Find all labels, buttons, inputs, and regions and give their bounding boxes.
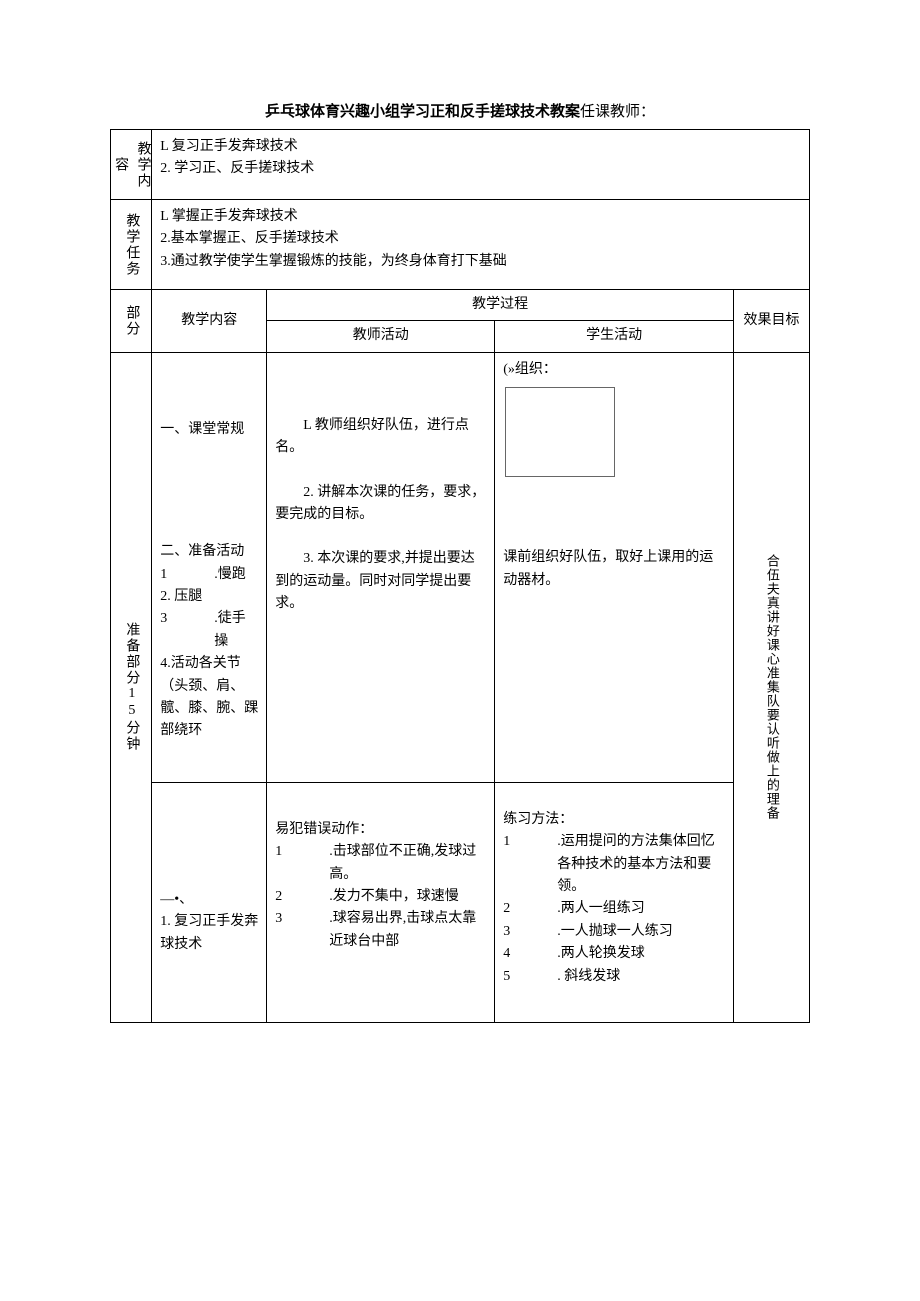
teacher-para: 2. 讲解本次课的任务，要求，要完成的目标。: [275, 482, 486, 527]
prep-item: 4.活动各关节（头颈、肩、髋、膝、腕、踝部绕环: [160, 653, 258, 743]
formation-diagram: [505, 387, 615, 477]
practice-heading: 练习方法：: [503, 809, 725, 831]
table-row: 教学任务 L 掌握正手发奔球技术 2.基本掌握正、反手搓球技术 3.通过教学使学…: [111, 200, 810, 290]
label-teaching-content: 教学内容: [111, 130, 152, 200]
teacher-para: L 教师组织好队伍，进行点名。: [275, 415, 486, 460]
prep-item: 1 .慢跑: [160, 564, 258, 586]
content-line: 2. 学习正、反手搓球技术: [160, 158, 801, 180]
task-line: 3.通过教学使学生掌握锻炼的技能，为终身体育打下基础: [160, 251, 801, 273]
label-student-activity: 学生活动: [495, 321, 734, 352]
main-item: 1. 复习正手发奔球技术: [160, 911, 258, 956]
main-teacher-cell: 易犯错误动作： 1 .击球部位不正确,发球过高。 2 .发力不集中，球速慢 3 …: [267, 782, 495, 1022]
prep-effect: 合伍夫真讲好课心准集队要认听做上的理备: [733, 352, 809, 1022]
label-process: 教学过程: [267, 290, 734, 321]
teacher-label: 任课教师：: [580, 104, 655, 120]
main-student-cell: 练习方法： 1 .运用提问的方法集体回忆各种技术的基本方法和要领。 2 .两人一…: [495, 782, 734, 1022]
teacher-para: 3. 本次课的要求,并提出要达到的运动量。同时对同学提出要求。: [275, 548, 486, 615]
prep-content-cell: 一、课堂常规 二、准备活动 1 .慢跑 2. 压腿 3 .徒手操 4.活动各关节…: [152, 352, 267, 782]
prep-item: 3 .徒手操: [160, 608, 258, 653]
practice-item: 3 .一人抛球一人练习: [503, 921, 725, 943]
prep-item: 2. 压腿: [160, 586, 258, 608]
table-row: 教学内容 L 复习正手发奔球技术 2. 学习正、反手搓球技术: [111, 130, 810, 200]
prep-item: 二、准备活动: [160, 541, 258, 563]
label-teacher-activity: 教师活动: [267, 321, 495, 352]
error-item: 2 .发力不集中，球速慢: [275, 886, 486, 908]
main-heading: —•、: [160, 889, 258, 911]
practice-item: 5 . 斜线发球: [503, 966, 725, 988]
document-title: 乒乓球体育兴趣小组学习正和反手搓球技术教案任课教师：: [110, 100, 810, 121]
task-line: 2.基本掌握正、反手搓球技术: [160, 228, 801, 250]
table-row: 准备部分15分钟 一、课堂常规 二、准备活动 1 .慢跑 2. 压腿 3 .徒手…: [111, 352, 810, 782]
title-text: 乒乓球体育兴趣小组学习正和反手搓球技术教案: [265, 104, 580, 120]
task-line: L 掌握正手发奔球技术: [160, 206, 801, 228]
teaching-task-cell: L 掌握正手发奔球技术 2.基本掌握正、反手搓球技术 3.通过教学使学生掌握锻炼…: [152, 200, 810, 290]
prep-item: 一、课堂常规: [160, 419, 258, 441]
main-content-cell: —•、 1. 复习正手发奔球技术: [152, 782, 267, 1022]
practice-item: 1 .运用提问的方法集体回忆各种技术的基本方法和要领。: [503, 831, 725, 898]
content-line: L 复习正手发奔球技术: [160, 136, 801, 158]
teaching-content-cell: L 复习正手发奔球技术 2. 学习正、反手搓球技术: [152, 130, 810, 200]
label-teaching-task: 教学任务: [111, 200, 152, 290]
label-effect: 效果目标: [733, 290, 809, 353]
org-label: (»组织：: [503, 359, 725, 381]
student-desc: 课前组织好队伍，取好上课用的运动器材。: [503, 547, 725, 592]
table-row: 部分 教学内容 教学过程 效果目标: [111, 290, 810, 321]
error-item: 1 .击球部位不正确,发球过高。: [275, 841, 486, 886]
label-section: 部分: [111, 290, 152, 353]
error-item: 3 .球容易出界,击球点太靠近球台中部: [275, 908, 486, 953]
prep-section-label: 准备部分15分钟: [111, 352, 152, 1022]
prep-student-cell: (»组织： 课前组织好队伍，取好上课用的运动器材。: [495, 352, 734, 782]
label-teaching-content2: 教学内容: [152, 290, 267, 353]
practice-item: 4 .两人轮换发球: [503, 943, 725, 965]
table-row: —•、 1. 复习正手发奔球技术 易犯错误动作： 1 .击球部位不正确,发球过高…: [111, 782, 810, 1022]
error-heading: 易犯错误动作：: [275, 819, 486, 841]
lesson-plan-table: 教学内容 L 复习正手发奔球技术 2. 学习正、反手搓球技术 教学任务 L 掌握…: [110, 129, 810, 1023]
practice-item: 2 .两人一组练习: [503, 898, 725, 920]
prep-teacher-cell: L 教师组织好队伍，进行点名。 2. 讲解本次课的任务，要求，要完成的目标。 3…: [267, 352, 495, 782]
